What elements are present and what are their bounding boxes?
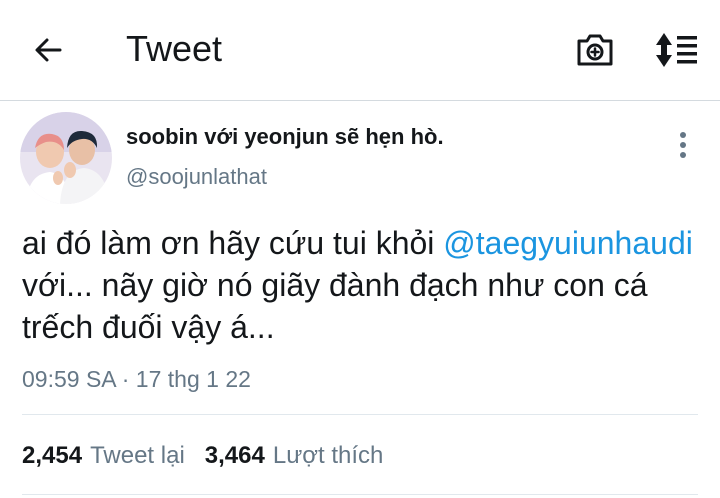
tweet-text-after: với... nãy giờ nó giãy đành đạch như con… bbox=[22, 267, 648, 345]
tweet-text-before: ai đó làm ơn hãy cứu tui khỏi bbox=[22, 225, 444, 261]
camera-button[interactable] bbox=[570, 28, 620, 72]
tweet-timestamp[interactable]: 09:59 SA · 17 thg 1 22 bbox=[22, 364, 251, 394]
profile-photo bbox=[20, 112, 112, 204]
sort-list-icon bbox=[656, 33, 697, 67]
arrow-left-icon bbox=[35, 38, 62, 62]
divider bbox=[22, 414, 698, 415]
more-options-button[interactable] bbox=[664, 126, 702, 164]
top-bar: Tweet bbox=[0, 0, 720, 101]
tweet-stats: 2,454 Tweet lại 3,464 Lượt thích bbox=[22, 441, 383, 471]
avatar[interactable] bbox=[20, 112, 112, 204]
retweets-count: 2,454 bbox=[22, 442, 83, 469]
likes-stat[interactable]: 3,464 Lượt thích bbox=[205, 441, 384, 471]
sort-button[interactable] bbox=[650, 28, 704, 72]
divider bbox=[22, 494, 698, 495]
mention-link[interactable]: @taegyuiunhaudi bbox=[443, 225, 693, 261]
likes-count: 3,464 bbox=[204, 442, 265, 469]
more-vertical-icon bbox=[680, 132, 686, 158]
retweets-stat[interactable]: 2,454 Tweet lại bbox=[22, 441, 185, 471]
author-handle[interactable]: @soojunlathat bbox=[126, 163, 267, 191]
tweet-text: ai đó làm ơn hãy cứu tui khỏi @taegyuiun… bbox=[22, 222, 712, 348]
retweets-label: Tweet lại bbox=[90, 442, 185, 469]
camera-plus-icon bbox=[577, 34, 613, 66]
page-title: Tweet bbox=[126, 28, 223, 69]
author-display-name[interactable]: soobin với yeonjun sẽ hẹn hò. bbox=[126, 124, 444, 150]
back-button[interactable] bbox=[24, 30, 72, 70]
likes-label: Lượt thích bbox=[272, 442, 384, 469]
